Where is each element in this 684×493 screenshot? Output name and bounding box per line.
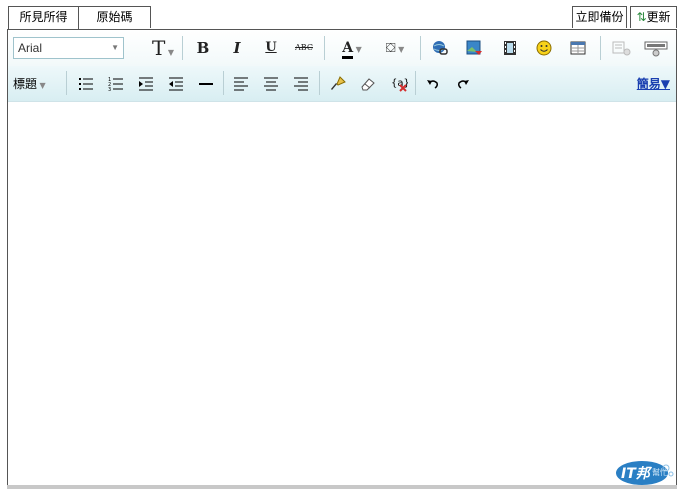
- text-size-button[interactable]: T ▼: [148, 37, 178, 59]
- svg-text:{a}: {a}: [391, 78, 408, 89]
- outdent-button[interactable]: [165, 73, 187, 95]
- tab-wysiwyg[interactable]: 所見所得: [8, 6, 79, 30]
- image-icon: [466, 40, 482, 55]
- separator: [319, 71, 320, 95]
- format-heading-select[interactable]: 標題 ▼: [13, 74, 55, 94]
- editor-content-area[interactable]: [8, 102, 676, 485]
- rich-text-editor: Arial ▼ T ▼ B I U ABC A ▼ ⛋ ▼ 標題 ▼ 1 2 3…: [7, 29, 677, 486]
- globe-link-icon: [433, 41, 448, 55]
- bold-button[interactable]: B: [192, 37, 214, 59]
- horizontal-rule-button[interactable]: [195, 73, 217, 95]
- undo-icon: [427, 80, 438, 89]
- resize-bar[interactable]: [7, 485, 677, 489]
- bullet-list-icon: [79, 78, 93, 90]
- table-icon: [570, 41, 586, 55]
- eraser-button[interactable]: [357, 73, 379, 95]
- text-color-glyph: A: [342, 40, 354, 59]
- separator: [223, 71, 224, 95]
- chevron-down-icon: ▼: [111, 43, 119, 52]
- font-family-value: Arial: [18, 41, 43, 55]
- toolbar-row-1: Arial ▼ T ▼ B I U ABC A ▼ ⛋ ▼: [8, 30, 676, 66]
- format-heading-label: 標題: [13, 77, 38, 91]
- separator: [324, 36, 325, 60]
- simple-mode-link[interactable]: 簡易▼: [637, 74, 670, 94]
- eraser-icon: [361, 78, 375, 91]
- text-color-button[interactable]: A ▼: [332, 37, 372, 59]
- align-right-icon: [294, 77, 308, 91]
- align-left-button[interactable]: [230, 73, 252, 95]
- paint-bucket-icon: ⛋: [385, 41, 396, 56]
- update-label: 更新: [646, 10, 671, 24]
- chevron-down-icon: ▼: [395, 45, 405, 54]
- ithome-logo: IT邦 幫忙: [614, 458, 676, 486]
- chevron-down-icon: ▼: [165, 48, 175, 57]
- align-center-button[interactable]: [260, 73, 282, 95]
- bulleted-list-button[interactable]: [75, 73, 97, 95]
- separator: [420, 36, 421, 60]
- film-icon: [504, 41, 516, 55]
- insert-table-button[interactable]: [567, 37, 589, 59]
- brush-icon: [331, 76, 346, 90]
- logo-subtext: 幫忙: [652, 468, 668, 477]
- refresh-icon: ⇅: [636, 10, 647, 24]
- tab-source-code[interactable]: 原始碼: [78, 6, 151, 28]
- svg-text:3: 3: [108, 87, 111, 92]
- outdent-icon: [169, 77, 183, 91]
- underline-button[interactable]: U: [260, 37, 282, 59]
- format-painter-button[interactable]: [327, 73, 349, 95]
- align-left-icon: [234, 77, 248, 91]
- insert-video-button[interactable]: [499, 37, 521, 59]
- remove-format-button[interactable]: {a}: [388, 73, 410, 95]
- italic-button[interactable]: I: [226, 37, 248, 59]
- separator: [600, 36, 601, 60]
- insert-image-button[interactable]: [463, 37, 485, 59]
- indent-icon: [139, 77, 153, 91]
- font-family-select[interactable]: Arial ▼: [13, 37, 124, 59]
- undo-button[interactable]: [422, 73, 444, 95]
- text-size-glyph: T: [151, 36, 166, 60]
- background-color-button[interactable]: ⛋ ▼: [378, 37, 412, 59]
- code-icon: [644, 41, 668, 57]
- indent-button[interactable]: [135, 73, 157, 95]
- insert-emoticon-button[interactable]: [533, 37, 555, 59]
- align-right-button[interactable]: [290, 73, 312, 95]
- separator: [182, 36, 183, 60]
- separator: [415, 71, 416, 95]
- remove-format-icon: {a}: [391, 78, 408, 92]
- tab-bar: 所見所得 原始碼 立即備份 ⇅更新: [0, 0, 684, 30]
- chevron-down-icon: ▼: [37, 81, 46, 90]
- redo-button[interactable]: [452, 73, 474, 95]
- logo-text: IT邦: [621, 466, 650, 482]
- numbered-list-button[interactable]: 123: [105, 73, 127, 95]
- numbered-list-icon: 123: [108, 77, 123, 92]
- insert-quote-button[interactable]: [609, 37, 633, 59]
- smiley-icon: [536, 40, 552, 56]
- redo-icon: [458, 80, 469, 89]
- strikethrough-button[interactable]: ABC: [292, 37, 316, 59]
- horizontal-rule-icon: [199, 83, 213, 85]
- backup-now-button[interactable]: 立即備份: [572, 6, 627, 28]
- update-button[interactable]: ⇅更新: [630, 6, 677, 28]
- insert-link-button[interactable]: [429, 37, 451, 59]
- chevron-down-icon: ▼: [353, 45, 362, 54]
- quote-icon: [612, 41, 631, 56]
- insert-code-button[interactable]: [643, 37, 669, 59]
- separator: [66, 71, 67, 95]
- align-center-icon: [264, 77, 278, 91]
